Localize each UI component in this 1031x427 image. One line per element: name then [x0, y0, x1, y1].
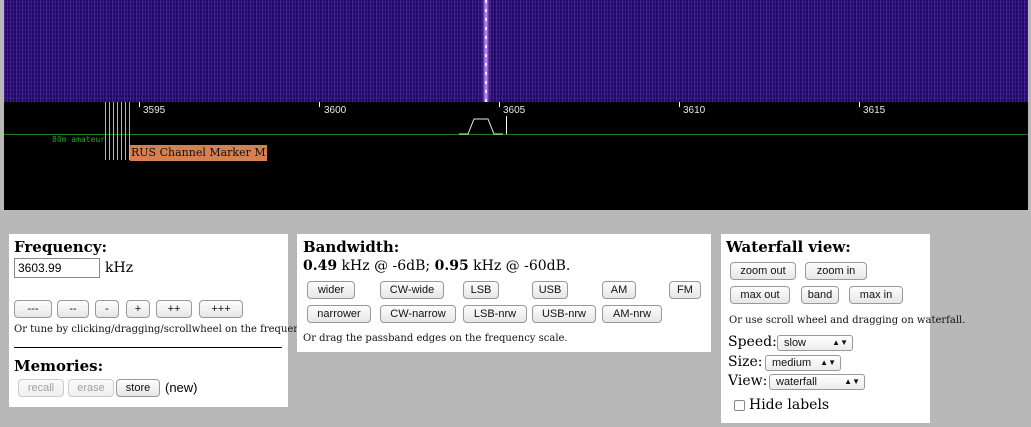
view-select-value: waterfall	[776, 376, 817, 388]
size-select-value: medium	[772, 357, 812, 369]
erase-button[interactable]: erase	[68, 379, 114, 397]
chevron-updown-icon: ▲▼	[844, 377, 860, 386]
scale-tick	[139, 102, 140, 107]
scale-tick-label: 3600	[324, 105, 347, 116]
passband-indicator[interactable]	[458, 116, 504, 136]
frequency-scale[interactable]: 3595 3600 3605 3610 3615 80m amateur RUS…	[4, 102, 1028, 210]
narrower-button[interactable]: narrower	[307, 305, 371, 323]
max-in-button[interactable]: max in	[849, 286, 903, 304]
memories-title: Memories:	[14, 357, 104, 375]
bandwidth-6db-value: 0.49	[303, 258, 338, 274]
speed-select[interactable]: slow ▲▼	[777, 335, 853, 351]
step-down-2-button[interactable]: --	[57, 300, 89, 318]
band-label: 80m amateur	[52, 135, 105, 144]
bandwidth-panel: Bandwidth: 0.49 kHz @ -6dB; 0.95 kHz @ -…	[297, 234, 711, 352]
size-label: Size:	[728, 354, 763, 370]
step-up-1-button[interactable]: +	[126, 300, 150, 318]
store-button[interactable]: store	[116, 379, 160, 397]
step-up-3-button[interactable]: +++	[199, 300, 243, 318]
speed-label: Speed:	[728, 334, 777, 350]
scale-tick	[319, 102, 320, 107]
zoom-in-button[interactable]: zoom in	[805, 262, 867, 280]
waterfall-hint: Or use scroll wheel and dragging on wate…	[729, 315, 966, 326]
step-down-3-button[interactable]: ---	[14, 300, 52, 318]
frequency-unit: kHz	[105, 260, 134, 276]
band-button[interactable]: band	[801, 286, 839, 304]
waterfall-view-title: Waterfall view:	[726, 238, 851, 256]
station-marker-line	[125, 102, 126, 160]
frequency-panel: Frequency: 3603.99 kHz --- -- - + ++ +++…	[9, 234, 343, 407]
am-narrow-button[interactable]: AM-nrw	[602, 305, 662, 323]
cw-wide-button[interactable]: CW-wide	[380, 281, 444, 299]
scale-tick-label: 3605	[503, 105, 526, 116]
max-out-button[interactable]: max out	[730, 286, 790, 304]
scale-tick-label: 3615	[863, 105, 886, 116]
waterfall-carrier-dots	[485, 0, 487, 102]
station-marker-line	[117, 102, 118, 160]
tuning-marker[interactable]	[506, 116, 507, 134]
usb-button[interactable]: USB	[532, 281, 568, 299]
scale-tick	[499, 102, 500, 107]
usb-narrow-button[interactable]: USB-nrw	[532, 305, 596, 323]
frequency-hint: Or tune by clicking/dragging/scrollwheel…	[14, 324, 344, 335]
chevron-updown-icon: ▲▼	[820, 358, 836, 367]
panel-divider	[14, 347, 282, 348]
bandwidth-readout-text: kHz @ -60dB.	[468, 258, 571, 274]
lsb-button[interactable]: LSB	[463, 281, 499, 299]
recall-button[interactable]: recall	[18, 379, 64, 397]
station-marker-line	[105, 102, 106, 160]
band-bar	[4, 134, 1028, 135]
bandwidth-60db-value: 0.95	[434, 258, 469, 274]
frequency-title: Frequency:	[14, 238, 108, 256]
speed-select-value: slow	[784, 337, 807, 349]
hide-labels-checkbox[interactable]	[734, 400, 745, 411]
waterfall-view-panel: Waterfall view: zoom out zoom in max out…	[721, 234, 965, 423]
bandwidth-readout: 0.49 kHz @ -6dB; 0.95 kHz @ -60dB.	[303, 258, 570, 274]
fm-button[interactable]: FM	[669, 281, 701, 299]
am-button[interactable]: AM	[602, 281, 636, 299]
chevron-updown-icon: ▲▼	[832, 338, 848, 347]
bandwidth-title: Bandwidth:	[303, 238, 400, 256]
bandwidth-hint: Or drag the passband edges on the freque…	[303, 333, 568, 344]
view-select[interactable]: waterfall ▲▼	[769, 374, 865, 390]
scale-tick	[679, 102, 680, 107]
frequency-input[interactable]: 3603.99	[14, 258, 100, 278]
memory-status: (new)	[165, 380, 198, 395]
wider-button[interactable]: wider	[307, 281, 355, 299]
scale-tick-label: 3610	[683, 105, 706, 116]
station-marker-line	[109, 102, 110, 160]
waterfall-display[interactable]	[4, 0, 1028, 102]
scale-tick-label: 3595	[143, 105, 166, 116]
hide-labels-label: Hide labels	[749, 397, 830, 413]
step-up-2-button[interactable]: ++	[156, 300, 192, 318]
station-marker-line	[113, 102, 114, 160]
cw-narrow-button[interactable]: CW-narrow	[380, 305, 456, 323]
bandwidth-readout-text: kHz @ -6dB;	[337, 258, 435, 274]
station-marker-label[interactable]: RUS Channel Marker M	[130, 145, 267, 161]
zoom-out-button[interactable]: zoom out	[730, 262, 796, 280]
station-marker-line	[121, 102, 122, 160]
step-down-1-button[interactable]: -	[95, 300, 119, 318]
view-label: View:	[728, 373, 768, 389]
scale-tick	[859, 102, 860, 107]
lsb-narrow-button[interactable]: LSB-nrw	[463, 305, 527, 323]
size-select[interactable]: medium ▲▼	[765, 355, 841, 371]
